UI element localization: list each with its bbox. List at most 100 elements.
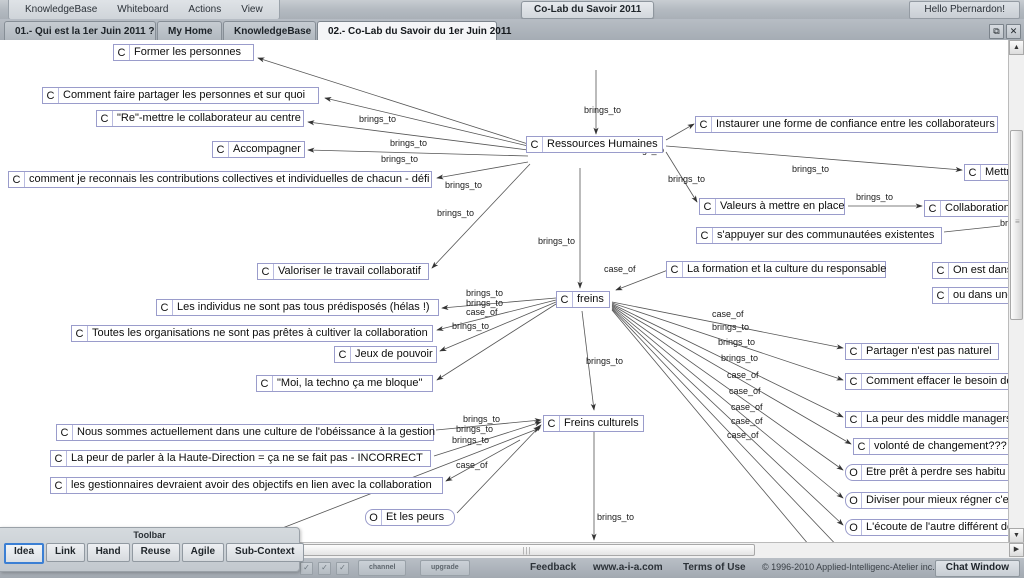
concept-node[interactable]: C Valoriser le travail collaboratif xyxy=(257,263,429,280)
node-kind-marker: C xyxy=(700,199,716,214)
concept-node[interactable]: Ccomment je reconnais les contributions … xyxy=(8,171,432,188)
feedback-link[interactable]: Feedback xyxy=(530,562,576,573)
menu-whiteboard[interactable]: Whiteboard xyxy=(107,1,178,19)
node-label: Partager n'est pas naturel xyxy=(866,345,992,357)
menu-group: KnowledgeBase Whiteboard Actions View xyxy=(8,0,280,20)
node-kind-marker: C xyxy=(57,425,73,440)
tool-reuse[interactable]: Reuse xyxy=(131,543,180,562)
edge-relation-label: brings_to xyxy=(721,353,759,363)
tool-hand[interactable]: Hand xyxy=(86,543,130,562)
vertical-scroll-thumb[interactable]: ≡ xyxy=(1010,130,1023,320)
node-label: "Moi, la techno ça me bloque" xyxy=(277,377,423,389)
concept-map-canvas[interactable]: brings_to brings_to brings_to brings_to brin… xyxy=(0,40,1024,543)
scroll-down-arrow[interactable]: ▼ xyxy=(1009,528,1024,543)
node-label: Valoriser le travail collaboratif xyxy=(278,265,421,277)
concept-node[interactable]: C "Re"-mettre le collaborateur au centre xyxy=(96,110,304,127)
concept-node[interactable]: C Valeurs à mettre en place xyxy=(699,198,845,215)
node-kind-marker: O xyxy=(846,520,862,535)
concept-node[interactable]: C Les individus ne sont pas tous prédispo… xyxy=(156,299,439,316)
node-kind-marker: C xyxy=(557,292,573,307)
menu-knowledgebase[interactable]: KnowledgeBase xyxy=(15,1,107,19)
concept-node[interactable]: O Etre prêt à perdre ses habitu xyxy=(845,464,1024,481)
concept-node[interactable]: C Freins culturels xyxy=(543,415,644,432)
status-checkbox-2[interactable]: ✓ xyxy=(318,562,331,575)
concept-node[interactable]: C Ressources Humaines xyxy=(526,136,663,153)
user-greeting[interactable]: Hello Pbernardon! xyxy=(909,1,1020,19)
node-kind-marker: C xyxy=(51,478,67,493)
tab-knowledgebase[interactable]: KnowledgeBase xyxy=(223,21,316,40)
node-label: Comment effacer le besoin de xyxy=(866,375,1013,387)
status-checkbox-3[interactable]: ✓ xyxy=(336,562,349,575)
status-checkbox-1[interactable]: ✓ xyxy=(300,562,313,575)
concept-node[interactable]: C Nous sommes actuellement dans une cultu… xyxy=(56,424,435,441)
website-link[interactable]: www.a-i-a.com xyxy=(593,562,663,573)
tool-sub-context[interactable]: Sub-Context xyxy=(226,543,304,562)
node-label: Freins culturels xyxy=(564,417,639,429)
scroll-right-arrow[interactable]: ▶ xyxy=(1009,543,1024,557)
node-label: Instaurer une forme de confiance entre l… xyxy=(716,118,995,130)
tool-agile[interactable]: Agile xyxy=(181,543,225,562)
edge-relation-label: case_of xyxy=(604,264,636,274)
concept-node[interactable]: C Partager n'est pas naturel xyxy=(845,343,999,360)
menu-bar: KnowledgeBase Whiteboard Actions View Co-La… xyxy=(0,0,1024,20)
close-window-button[interactable]: ✕ xyxy=(1006,24,1021,39)
concept-node[interactable]: C Collaboration xyxy=(924,200,1015,217)
node-label: Former les personnes xyxy=(134,46,241,58)
concept-node[interactable]: O L'écoute de l'autre différent de xyxy=(845,519,1024,536)
edge-relation-label: brings_to xyxy=(586,356,624,366)
edge-relation-label: case_of xyxy=(731,416,763,426)
restore-window-button[interactable]: ⧉ xyxy=(989,24,1004,39)
concept-node[interactable]: C Toutes les organisations ne sont pas pr… xyxy=(71,325,433,342)
concept-node[interactable]: C Jeux de pouvoir xyxy=(334,346,437,363)
scroll-up-arrow[interactable]: ▲ xyxy=(1009,40,1024,55)
edge-relation-label: brings_to xyxy=(597,512,635,522)
node-label: Collaboration xyxy=(945,202,1010,214)
window-controls: ⧉ ✕ xyxy=(989,24,1021,39)
concept-node[interactable]: C Comment effacer le besoin de xyxy=(845,373,1024,390)
concept-node[interactable]: C Comment faire partager les personnes et… xyxy=(42,87,319,104)
tool-idea[interactable]: Idea xyxy=(4,543,45,564)
concept-node[interactable]: C La formation et la culture du responsab… xyxy=(666,261,886,278)
concept-node[interactable]: Cfreins xyxy=(556,291,610,308)
node-label: Nous sommes actuellement dans une cultur… xyxy=(77,426,435,438)
vertical-scrollbar[interactable]: ▲ ≡ ▼ xyxy=(1008,40,1024,543)
node-label: "Re"-mettre le collaborateur au centre xyxy=(117,112,301,124)
concept-node[interactable]: Cs'appuyer sur des communautées existent… xyxy=(696,227,942,244)
concept-node[interactable]: O Diviser pour mieux régner c'e xyxy=(845,492,1024,509)
concept-node[interactable]: C La peur des middle managers xyxy=(845,411,1024,428)
channel-button[interactable]: channel xyxy=(358,560,407,576)
concept-node[interactable]: C "Moi, la techno ça me bloque" xyxy=(256,375,433,392)
edge-relation-label: brings_to xyxy=(466,288,504,298)
tool-link[interactable]: Link xyxy=(46,543,85,562)
concept-node[interactable]: C Former les personnes xyxy=(113,44,254,61)
upgrade-button[interactable]: upgrade xyxy=(420,560,470,576)
node-kind-marker: C xyxy=(696,117,712,132)
node-label: comment je reconnais les contributions c… xyxy=(29,173,430,185)
concept-node[interactable]: O Et les peurs xyxy=(365,509,455,526)
concept-node[interactable]: C Instaurer une forme de confiance entre … xyxy=(695,116,998,133)
terms-of-use-link[interactable]: Terms of Use xyxy=(683,562,746,573)
node-kind-marker: C xyxy=(43,88,59,103)
tab-qui-est-1er-juin[interactable]: 01.- Qui est la 1er Juin 2011 ? xyxy=(4,21,156,40)
node-kind-marker: C xyxy=(544,416,560,431)
horizontal-scroll-thumb[interactable]: ||| xyxy=(300,544,755,556)
chat-window-button[interactable]: Chat Window xyxy=(934,560,1020,577)
edge-relation-label: brings_to xyxy=(452,321,490,331)
node-label: Valeurs à mettre en place xyxy=(720,200,845,212)
node-kind-marker: C xyxy=(72,326,88,341)
whiteboard-title: Co-Lab du Savoir 2011 xyxy=(521,1,655,19)
concept-node[interactable]: C Accompagner xyxy=(212,141,305,158)
menu-view[interactable]: View xyxy=(231,1,273,19)
node-kind-marker: C xyxy=(335,347,351,362)
concept-node[interactable]: Cvolonté de changement??? xyxy=(853,438,1013,455)
node-kind-marker: C xyxy=(257,376,273,391)
menu-actions[interactable]: Actions xyxy=(178,1,231,19)
edge-relation-label: case_of xyxy=(731,402,763,412)
concept-node[interactable]: C La peur de parler à la Haute-Direction … xyxy=(50,450,431,467)
tab-co-lab-savoir[interactable]: 02.- Co-Lab du Savoir du 1er Juin 2011 xyxy=(317,21,511,40)
node-kind-marker: C xyxy=(925,201,941,216)
node-label: Diviser pour mieux régner c'e xyxy=(866,494,1009,506)
concept-node[interactable]: Cles gestionnaires devraient avoir des o… xyxy=(50,477,443,494)
tab-my-home[interactable]: My Home xyxy=(157,21,222,40)
node-kind-marker: O xyxy=(366,510,382,525)
